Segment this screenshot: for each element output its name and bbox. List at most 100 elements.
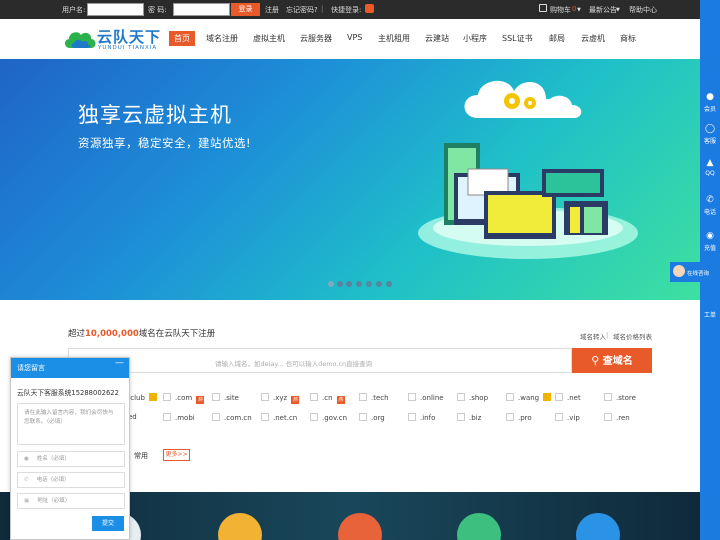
checkbox[interactable] xyxy=(163,413,171,421)
tld-option[interactable]: .mobi xyxy=(163,413,195,422)
forgot-password-link[interactable]: 忘记密码? xyxy=(286,5,318,15)
sidebar-item-recharge[interactable]: ◉ 充值 xyxy=(700,231,720,252)
username-input[interactable] xyxy=(87,3,144,16)
hero-banner[interactable]: 独享云虚拟主机 资源独享，稳定安全，建站优选! xyxy=(0,59,700,300)
help-link[interactable]: 帮助中心 xyxy=(629,5,657,15)
nav-mini-program[interactable]: 小程序 xyxy=(463,33,487,44)
minimize-button[interactable]: — xyxy=(115,358,124,368)
tld-option[interactable]: .net.cn xyxy=(261,413,297,422)
logo-subtext: YUNDUI TIANXIA xyxy=(98,45,158,51)
nav-vps[interactable]: VPS xyxy=(347,33,362,42)
more-tlds-button[interactable]: 更多>> xyxy=(163,449,190,461)
tld-option[interactable]: .shop xyxy=(457,393,488,402)
checkbox[interactable] xyxy=(408,413,416,421)
nav-home[interactable]: 首页 xyxy=(169,31,195,46)
login-button[interactable]: 登录 xyxy=(231,3,260,16)
checkbox[interactable] xyxy=(359,413,367,421)
notice-link[interactable]: 最新公告 xyxy=(589,5,617,15)
tld-option[interactable]: .gov.cn xyxy=(310,413,347,422)
tld-option[interactable]: .store xyxy=(604,393,636,402)
checkbox[interactable] xyxy=(506,393,514,401)
money-bag-icon: ◉ xyxy=(706,231,714,241)
checkbox[interactable] xyxy=(604,413,612,421)
tld-option[interactable]: .xyz 热 xyxy=(261,393,300,404)
tld-option[interactable]: .info xyxy=(408,413,435,422)
tld-option[interactable]: .ren xyxy=(604,413,630,422)
quick-login-icon[interactable] xyxy=(365,4,374,13)
qq-icon: ▲ xyxy=(706,158,714,168)
nav-virtual-host[interactable]: 虚拟主机 xyxy=(253,33,285,44)
message-textarea[interactable]: 请在此输入留言内容，我们会尽快与您联系。（必填） xyxy=(17,403,125,445)
avatar xyxy=(673,265,685,277)
sidebar-item-phone[interactable]: ✆ 电话 xyxy=(700,195,720,216)
nav-ssl[interactable]: SSL证书 xyxy=(502,33,533,44)
tld-option[interactable]: .net xyxy=(555,393,581,402)
domain-search-input[interactable]: 请输入域名，如deiay... 也可以输入demo.cn直接查询 xyxy=(68,348,572,373)
online-chat-button[interactable]: 在线咨询 xyxy=(670,262,709,282)
checkbox[interactable] xyxy=(555,393,563,401)
address-field[interactable]: ▣ 地址（必填） xyxy=(17,493,125,509)
nav-cloud-vm[interactable]: 云虚机 xyxy=(581,33,605,44)
checkbox[interactable] xyxy=(212,393,220,401)
slide-dot[interactable] xyxy=(356,281,362,287)
sidebar-item-qq[interactable]: ▲ QQ xyxy=(700,158,720,177)
checkbox[interactable] xyxy=(261,413,269,421)
new-badge-icon xyxy=(148,393,157,401)
phone-field[interactable]: ✆ 电话（必填） xyxy=(17,472,125,488)
domain-transfer-link[interactable]: 域名转入 xyxy=(580,331,606,341)
slide-dot[interactable] xyxy=(386,281,392,287)
sidebar-item-member[interactable]: ● 会员 xyxy=(700,92,720,113)
divider: | xyxy=(321,5,324,13)
nav-host-rental[interactable]: 主机租用 xyxy=(378,33,410,44)
tld-option[interactable]: .biz xyxy=(457,413,481,422)
tld-option[interactable]: .org xyxy=(359,413,385,422)
checkbox[interactable] xyxy=(359,393,367,401)
tld-option[interactable]: .com 热 xyxy=(163,393,205,404)
checkbox[interactable] xyxy=(212,413,220,421)
checkbox[interactable] xyxy=(457,393,465,401)
logo[interactable]: 云队天下 YUNDUI TIANXIA xyxy=(62,26,164,54)
cart-icon[interactable] xyxy=(539,4,547,12)
tld-option[interactable]: .vip xyxy=(555,413,580,422)
tld-option[interactable]: .cn 热 xyxy=(310,393,345,404)
location-icon: ▣ xyxy=(24,498,30,504)
username-label: 用户名: xyxy=(62,6,86,14)
common-label: 常用 xyxy=(134,452,148,460)
sidebar-item-service[interactable]: ◯ 客服 xyxy=(700,124,720,145)
tld-option[interactable]: .club xyxy=(128,393,157,402)
checkbox[interactable] xyxy=(506,413,514,421)
checkbox[interactable] xyxy=(604,393,612,401)
checkbox[interactable] xyxy=(163,393,171,401)
nav-mail[interactable]: 邮局 xyxy=(549,33,565,44)
tld-option[interactable]: .wang xyxy=(506,393,552,402)
checkbox[interactable] xyxy=(310,393,318,401)
tld-option[interactable]: .online xyxy=(408,393,444,402)
tld-option[interactable]: .com.cn xyxy=(212,413,252,422)
cloud-logo-icon xyxy=(64,32,96,48)
checkbox[interactable] xyxy=(261,393,269,401)
nav-trademark[interactable]: 商标 xyxy=(620,33,636,44)
checkbox[interactable] xyxy=(555,413,563,421)
slide-dot[interactable] xyxy=(346,281,352,287)
checkbox[interactable] xyxy=(408,393,416,401)
checkbox[interactable] xyxy=(310,413,318,421)
slide-dot[interactable] xyxy=(328,281,334,287)
nav-site-builder[interactable]: 云建站 xyxy=(425,33,449,44)
checkbox[interactable] xyxy=(457,413,465,421)
tld-option[interactable]: .tech xyxy=(359,393,389,402)
name-field[interactable]: ● 姓名（必填） xyxy=(17,451,125,467)
submit-button[interactable]: 提交 xyxy=(92,516,124,531)
register-link[interactable]: 注册 xyxy=(265,5,279,15)
password-input[interactable] xyxy=(173,3,230,16)
domain-search-button[interactable]: ⚲ 查域名 xyxy=(572,348,652,373)
nav-domain[interactable]: 域名注册 xyxy=(206,33,238,44)
slide-dot[interactable] xyxy=(366,281,372,287)
slide-dot[interactable] xyxy=(376,281,382,287)
sidebar-item-ticket[interactable]: 工单 xyxy=(700,310,720,319)
domain-price-link[interactable]: 域名价格列表 xyxy=(613,331,652,341)
tld-option[interactable]: .site xyxy=(212,393,239,402)
nav-cloud-server[interactable]: 云服务器 xyxy=(300,33,332,44)
tld-option[interactable]: .pro xyxy=(506,413,532,422)
slide-dot[interactable] xyxy=(337,281,343,287)
cart-link[interactable]: 购物车 xyxy=(550,5,571,15)
